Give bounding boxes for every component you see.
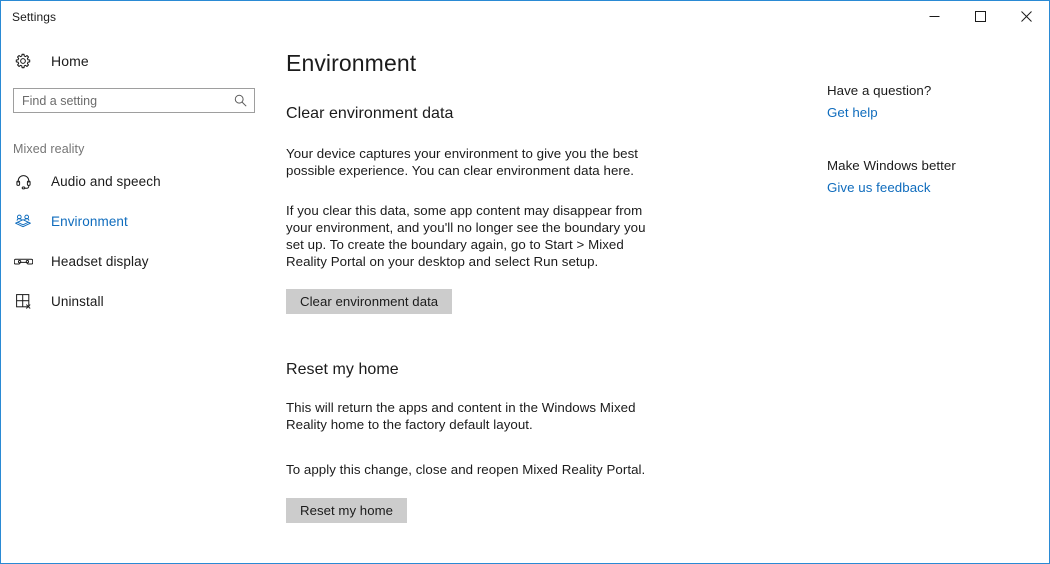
settings-window: Settings xyxy=(0,0,1050,564)
rail-group-help: Have a question? Get help xyxy=(827,83,1049,122)
sidebar-item-label: Audio and speech xyxy=(51,174,161,189)
close-button[interactable] xyxy=(1003,1,1049,32)
gear-icon xyxy=(13,51,33,71)
window-body: Home Mixed reality xyxy=(1,32,1049,563)
sidebar-home-label: Home xyxy=(51,53,89,69)
rail-heading: Have a question? xyxy=(827,83,1049,98)
reset-my-home-button[interactable]: Reset my home xyxy=(286,498,407,523)
section-paragraph: This will return the apps and content in… xyxy=(286,399,658,433)
sidebar-item-label: Environment xyxy=(51,214,128,229)
section-reset-my-home: Reset my home This will return the apps … xyxy=(286,361,827,523)
close-icon xyxy=(1021,11,1032,22)
section-paragraph: To apply this change, close and reopen M… xyxy=(286,461,658,478)
maximize-button[interactable] xyxy=(957,1,1003,32)
search-box[interactable] xyxy=(13,88,255,113)
section-heading: Reset my home xyxy=(286,361,827,379)
settings-sidebar: Home Mixed reality xyxy=(1,32,286,563)
minimize-button[interactable] xyxy=(911,1,957,32)
section-clear-environment-data: Clear environment data Your device captu… xyxy=(286,105,827,314)
headset-mic-icon xyxy=(13,173,33,190)
give-us-feedback-link[interactable]: Give us feedback xyxy=(827,180,931,195)
sidebar-item-audio-and-speech[interactable]: Audio and speech xyxy=(1,166,286,196)
section-paragraph: If you clear this data, some app content… xyxy=(286,202,658,270)
vr-headset-icon xyxy=(13,252,33,271)
rail-heading: Make Windows better xyxy=(827,158,1049,173)
rail-spacer xyxy=(827,122,1049,158)
sidebar-category-label: Mixed reality xyxy=(1,142,286,156)
window-title: Settings xyxy=(1,10,56,24)
clear-environment-data-button[interactable]: Clear environment data xyxy=(286,289,452,314)
minimize-icon xyxy=(929,11,940,22)
related-settings-rail: Have a question? Get help Make Windows b… xyxy=(827,32,1049,563)
sidebar-item-label: Headset display xyxy=(51,254,149,269)
section-heading: Clear environment data xyxy=(286,105,827,123)
title-bar: Settings xyxy=(1,1,1049,32)
page-title: Environment xyxy=(286,32,827,78)
caption-button-group xyxy=(911,1,1049,32)
sidebar-item-label: Uninstall xyxy=(51,294,104,309)
get-help-link[interactable]: Get help xyxy=(827,105,878,120)
environment-icon xyxy=(13,212,33,230)
uninstall-grid-icon xyxy=(13,293,33,310)
settings-detail-pane: Environment Clear environment data Your … xyxy=(286,32,827,563)
content-area: Environment Clear environment data Your … xyxy=(286,32,1049,563)
maximize-icon xyxy=(975,11,986,22)
sidebar-item-uninstall[interactable]: Uninstall xyxy=(1,286,286,316)
rail-group-feedback: Make Windows better Give us feedback xyxy=(827,158,1049,197)
sidebar-item-home[interactable]: Home xyxy=(1,48,286,74)
sidebar-item-headset-display[interactable]: Headset display xyxy=(1,246,286,276)
sidebar-nav-list: Audio and speech Environment xyxy=(1,166,286,316)
sidebar-item-environment[interactable]: Environment xyxy=(1,206,286,236)
search-input[interactable] xyxy=(14,89,254,112)
section-paragraph: Your device captures your environment to… xyxy=(286,145,658,179)
